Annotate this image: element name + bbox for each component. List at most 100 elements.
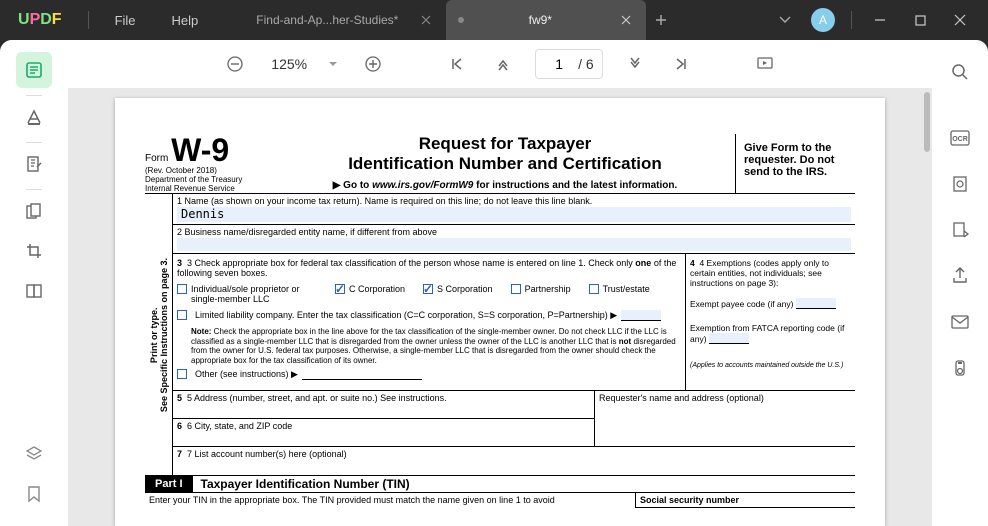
right-sidebar: OCR [932, 40, 988, 526]
form-number: W-9 [171, 132, 229, 168]
checkbox-label: C Corporation [349, 284, 405, 294]
maximize-button[interactable] [900, 5, 940, 35]
checkbox-label: S Corporation [437, 284, 493, 294]
toolbar: 125% / 6 [68, 40, 932, 88]
organize-pages-button[interactable] [16, 193, 52, 229]
side-instructions: Print or type. See Specific Instructions… [149, 258, 169, 412]
form-irs: Internal Revenue Service [145, 184, 267, 193]
menu-file[interactable]: File [97, 13, 154, 28]
redact-button[interactable] [942, 166, 978, 202]
user-avatar[interactable]: A [811, 8, 835, 32]
tab-label: fw9* [468, 13, 612, 27]
separator [26, 189, 42, 190]
new-tab-button[interactable] [646, 0, 676, 40]
separator [26, 95, 42, 96]
tab-item[interactable]: Find-and-Ap...her-Studies* [236, 0, 446, 40]
part-1-label: Part I [145, 476, 193, 492]
next-page-button[interactable] [621, 50, 649, 78]
first-page-button[interactable] [443, 50, 471, 78]
separator [851, 11, 852, 29]
tab-bar: Find-and-Ap...her-Studies* fw9* [236, 0, 767, 40]
llc-note: Note: Check the appropriate box in the l… [177, 327, 681, 365]
checkbox-label: Limited liability company. Enter the tax… [195, 310, 617, 321]
line-3-instructions: 3 3 Check appropriate box for federal ta… [177, 258, 681, 278]
checkbox-label: Trust/estate [603, 284, 650, 294]
tab-item-active[interactable]: fw9* [446, 0, 646, 40]
compare-button[interactable] [16, 273, 52, 309]
ocr-button[interactable]: OCR [942, 120, 978, 156]
close-button[interactable] [940, 5, 980, 35]
form-revision: (Rev. October 2018) [145, 166, 267, 175]
presentation-button[interactable] [751, 50, 779, 78]
document-viewport[interactable]: Form W-9 (Rev. October 2018) Department … [68, 88, 932, 526]
form-title-1: Request for Taxpayer [279, 134, 731, 154]
edit-text-button[interactable] [16, 146, 52, 182]
checkbox-other[interactable] [177, 369, 187, 379]
svg-text:OCR: OCR [952, 136, 968, 143]
requester-address: Requester's name and address (optional) [595, 391, 855, 447]
separator [88, 11, 89, 29]
form-goto: ▶ Go to www.irs.gov/FormW9 for instructi… [279, 180, 731, 191]
layers-button[interactable] [16, 436, 52, 472]
tin-instructions: Enter your TIN in the appropriate box. T… [145, 493, 635, 508]
checkbox-s-corp[interactable] [423, 284, 433, 294]
exempt-payee-row: Exempt payee code (if any) [690, 298, 851, 309]
minimize-button[interactable] [860, 5, 900, 35]
form-title-2: Identification Number and Certification [279, 154, 731, 174]
search-button[interactable] [942, 54, 978, 90]
tab-label: Find-and-Ap...her-Studies* [248, 13, 412, 27]
exempt-fatca-input[interactable] [709, 333, 749, 344]
app-logo: UPDF [0, 11, 80, 29]
convert-button[interactable] [942, 212, 978, 248]
page-total-label: / 6 [574, 56, 594, 72]
annotate-button[interactable] [16, 99, 52, 135]
checkbox-trust[interactable] [589, 284, 599, 294]
checkbox-label: Partnership [525, 284, 571, 294]
email-button[interactable] [942, 304, 978, 340]
menu-help[interactable]: Help [154, 13, 217, 28]
name-input-field[interactable]: Dennis [177, 207, 851, 222]
last-page-button[interactable] [667, 50, 695, 78]
exempt-fatca-row: Exemption from FATCA reporting code (if … [690, 323, 851, 344]
business-name-input[interactable] [177, 238, 851, 251]
other-input[interactable] [302, 369, 422, 380]
close-icon[interactable] [618, 12, 634, 28]
exempt-payee-input[interactable] [796, 298, 836, 309]
pdf-page: Form W-9 (Rev. October 2018) Department … [115, 98, 885, 526]
part-1-title: Taxpayer Identification Number (TIN) [193, 477, 410, 491]
save-button[interactable] [942, 350, 978, 386]
zoom-dropdown-icon[interactable] [329, 62, 341, 67]
applies-note: (Applies to accounts maintained outside … [690, 362, 851, 369]
separator [26, 142, 42, 143]
checkbox-label: Individual/sole proprietor or single-mem… [191, 284, 317, 304]
page-input-box: / 6 [535, 49, 603, 79]
checkbox-individual[interactable] [177, 284, 187, 294]
share-button[interactable] [942, 258, 978, 294]
zoom-out-button[interactable] [221, 50, 249, 78]
left-sidebar [0, 40, 68, 526]
llc-classification-input[interactable] [621, 310, 661, 321]
crop-button[interactable] [16, 233, 52, 269]
prev-page-button[interactable] [489, 50, 517, 78]
chevron-down-icon[interactable] [767, 16, 803, 24]
checkbox-label: Other (see instructions) ▶ [195, 369, 298, 380]
give-form-notice: Give Form to the requester. Do not send … [735, 134, 855, 193]
line-5-address: 5 5 Address (number, street, and apt. or… [173, 391, 594, 419]
scrollbar-thumb[interactable] [924, 92, 930, 152]
checkbox-llc[interactable] [177, 310, 187, 320]
close-icon[interactable] [418, 12, 434, 28]
reader-mode-button[interactable] [16, 52, 52, 88]
bookmark-button[interactable] [16, 476, 52, 512]
line-2-business: 2 Business name/disregarded entity name,… [173, 225, 855, 254]
checkbox-partnership[interactable] [511, 284, 521, 294]
checkbox-c-corp[interactable] [335, 284, 345, 294]
line-6-city: 6 6 City, state, and ZIP code [173, 419, 594, 447]
line-4-exemptions: 4 4 Exemptions (codes apply only to cert… [690, 258, 851, 288]
form-dept: Department of the Treasury [145, 175, 267, 184]
zoom-level-label: 125% [267, 56, 311, 72]
zoom-in-button[interactable] [359, 50, 387, 78]
ssn-label: Social security number [636, 493, 855, 508]
page-number-input[interactable] [544, 51, 574, 77]
form-label: Form [145, 153, 168, 164]
tab-indicator-icon [458, 17, 464, 23]
